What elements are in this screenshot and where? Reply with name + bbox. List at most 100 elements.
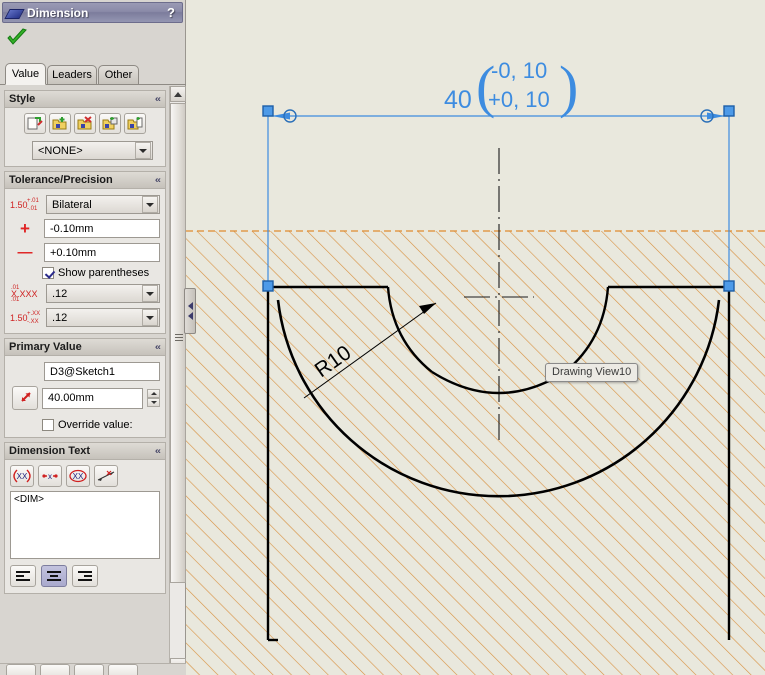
unit-precision-row: X.XXX .01 .01 .12 (10, 284, 160, 303)
show-parentheses-checkbox[interactable] (42, 267, 54, 279)
tolprec-glyph-sub: -.XX (27, 318, 39, 325)
tol-glyph-base: 1.50 (10, 199, 28, 210)
svg-text:x: x (48, 472, 52, 481)
tooltip-text: Drawing View10 (552, 366, 632, 378)
group-primary-header[interactable]: Primary Value « (5, 339, 165, 356)
chevron-collapse-icon[interactable]: « (155, 175, 161, 185)
app-root: Dimension ? Value Leaders Other Style « … (0, 0, 765, 675)
dimension-value-text: 40.00mm (48, 392, 94, 404)
selection-handle-bottom-right[interactable] (723, 280, 735, 292)
selection-handle-bottom-left[interactable] (262, 280, 274, 292)
tab-leaders[interactable]: Leaders (47, 65, 97, 85)
tolerance-precision-select[interactable]: .12 (46, 308, 160, 327)
tolerance-minus-input[interactable]: +0.10mm (44, 243, 160, 262)
panel-titlebar: Dimension ? (2, 2, 183, 23)
align-center-icon[interactable] (41, 565, 67, 587)
inspection-icon[interactable]: x (38, 465, 62, 487)
align-left-icon[interactable] (10, 565, 36, 587)
group-primary-value: Primary Value « D3@Sketch1 40.00mm Overr… (4, 338, 166, 438)
drawing-svg: R10 40 ( ) -0, 10 +0, 10 (186, 54, 765, 675)
override-value-label: Override value: (58, 419, 133, 431)
tolerance-plus-value: -0.10mm (50, 222, 94, 235)
dimension-value-input[interactable]: 40.00mm (42, 387, 143, 409)
tolerance-plus-input[interactable]: -0.10mm (44, 219, 160, 238)
style-select-value: <NONE> (38, 144, 83, 157)
tolprec-glyph-base: 1.50 (10, 312, 28, 323)
dimension-arrow-left-icon (272, 112, 290, 120)
style-save-icon[interactable] (99, 113, 121, 134)
tab-leaders-label: Leaders (52, 69, 92, 81)
group-dimtext-header[interactable]: Dimension Text « (5, 443, 165, 460)
dimension-name-input[interactable]: D3@Sketch1 (44, 362, 160, 381)
accept-button[interactable] (6, 28, 28, 48)
scroll-up-icon[interactable] (170, 86, 186, 102)
stepper-down-icon[interactable] (147, 398, 160, 407)
unit-precision-select[interactable]: .12 (46, 284, 160, 303)
align-right-icon[interactable] (72, 565, 98, 587)
group-style-body: <NONE> (5, 108, 165, 166)
drawing-canvas[interactable]: R10 40 ( ) -0, 10 +0, 10 Drawing View10 (186, 0, 765, 675)
property-manager-panel: Dimension ? Value Leaders Other Style « … (0, 0, 186, 675)
scrollbar-thumb[interactable] (170, 103, 186, 583)
bottom-toolbar-strip (0, 663, 186, 675)
section-hatch-region (186, 231, 765, 675)
chevron-down-icon[interactable] (135, 142, 151, 159)
group-style-header[interactable]: Style « (5, 91, 165, 108)
bottom-toolbar-button[interactable] (6, 664, 36, 675)
tol-glyph-sub: -.01 (27, 205, 38, 212)
boxed-dim-icon[interactable]: XX (66, 465, 90, 487)
selection-handle-top-right[interactable] (723, 105, 735, 117)
override-value-checkbox[interactable] (42, 419, 54, 431)
group-tolerance-header[interactable]: Tolerance/Precision « (5, 172, 165, 189)
help-button[interactable]: ? (167, 5, 175, 20)
tolerance-precision-icon: 1.50 +.XX -.XX (10, 309, 42, 327)
link-dimension-icon[interactable] (12, 386, 38, 410)
bottom-toolbar-button[interactable] (40, 664, 70, 675)
dimension-value-row: 40.00mm (10, 386, 160, 410)
tab-value-label: Value (11, 68, 40, 80)
unit-precision-icon: X.XXX .01 .01 (10, 285, 42, 303)
alignment-button-row (10, 565, 160, 587)
override-value-row: Override value: (10, 419, 160, 431)
dimension-arrow-right-icon (707, 112, 725, 120)
dimension-value-stepper (147, 389, 160, 407)
dimension-name-row: D3@Sketch1 (10, 362, 160, 381)
tolerance-type-icon: 1.50 +.01 -.01 (10, 196, 42, 214)
group-style: Style « <NONE> (4, 90, 166, 167)
chevron-down-icon[interactable] (142, 309, 158, 326)
style-apply-icon[interactable] (24, 113, 46, 134)
bottom-toolbar-button[interactable] (74, 664, 104, 675)
group-dimtext-title: Dimension Text (9, 445, 91, 457)
group-primary-body: D3@Sketch1 40.00mm Override value: (5, 356, 165, 437)
chevron-collapse-icon[interactable]: « (155, 94, 161, 104)
tab-value[interactable]: Value (5, 63, 46, 85)
tab-other[interactable]: Other (98, 65, 139, 85)
style-select[interactable]: <NONE> (32, 141, 153, 160)
tolerance-type-select[interactable]: Bilateral (46, 195, 160, 214)
bottom-toolbar-button[interactable] (108, 664, 138, 675)
chevron-collapse-icon[interactable]: « (155, 342, 161, 352)
dimension-value-label[interactable]: 40 (444, 86, 472, 114)
show-parentheses-row: Show parentheses (10, 267, 160, 279)
style-load-icon[interactable] (124, 113, 146, 134)
style-button-row (10, 113, 160, 134)
chevron-down-icon[interactable] (142, 285, 158, 302)
selection-handle-top-left[interactable] (262, 105, 274, 117)
panel-splitter-handle[interactable] (184, 288, 196, 334)
panel-scrollbar[interactable] (169, 86, 186, 674)
group-tolerance-title: Tolerance/Precision (9, 174, 113, 186)
chevron-collapse-icon[interactable]: « (155, 446, 161, 456)
style-delete-icon[interactable] (74, 113, 96, 134)
dimension-text-input[interactable]: <DIM> (10, 491, 160, 559)
group-style-title: Style (9, 93, 36, 105)
tolerance-upper-label: -0, 10 (491, 58, 547, 83)
style-add-icon[interactable] (49, 113, 71, 134)
panel-tabs: Value Leaders Other (0, 62, 186, 85)
offset-text-icon[interactable] (94, 465, 118, 487)
group-dimension-text: Dimension Text « XX x XX <DIM> (4, 442, 166, 594)
parentheses-icon[interactable]: XX (10, 465, 34, 487)
tolerance-minus-value: +0.10mm (50, 246, 97, 259)
stepper-up-icon[interactable] (147, 389, 160, 398)
plus-symbol-icon: + (20, 218, 30, 238)
chevron-down-icon[interactable] (142, 196, 158, 213)
